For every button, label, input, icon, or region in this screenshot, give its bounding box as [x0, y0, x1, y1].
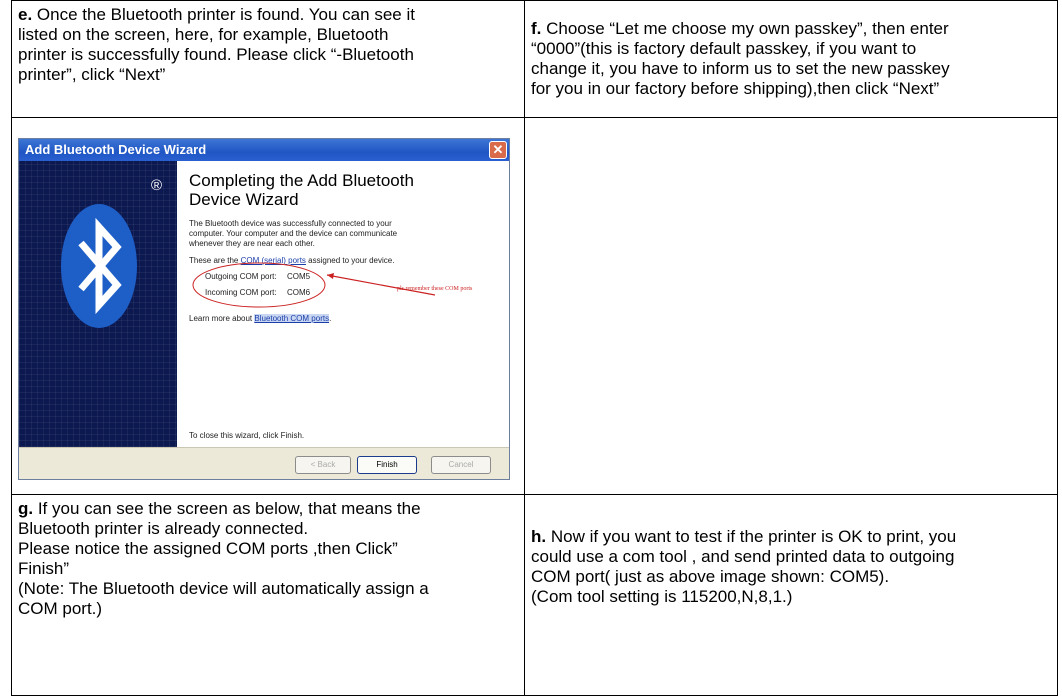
step-letter: h. [531, 527, 547, 546]
step-g-line: (Note: The Bluetooth device will automat… [18, 579, 429, 598]
step-h-line: could use a com tool , and send printed … [531, 547, 955, 566]
step-f-line: “0000”(this is factory default passkey, … [531, 39, 917, 58]
annotation-markup [192, 262, 436, 308]
instruction-table: e. Once the Bluetooth printer is found. … [0, 0, 1062, 696]
empty-cell [524, 117, 1058, 495]
close-icon[interactable]: ✕ [489, 141, 507, 159]
step-g-line: g. If you can see the screen as below, t… [18, 499, 524, 519]
bluetooth-logo-icon [61, 204, 137, 328]
bluetooth-wizard-window: Add Bluetooth Device Wizard ✕ ® Completi… [18, 138, 510, 480]
step-letter: e. [18, 5, 33, 24]
step-g-line: Bluetooth printer is already connected. [18, 519, 309, 538]
step-f-line: change it, you have to inform us to set … [531, 59, 950, 78]
step-g-line: Finish” [18, 559, 70, 578]
learn-more-line: Learn more about Bluetooth COM ports. [189, 314, 331, 324]
annotation-note: pls remember these COM ports [397, 286, 473, 292]
annotation-arrow [326, 274, 436, 296]
step-h-line: COM port( just as above image shown: COM… [531, 567, 890, 586]
annotation-ellipse [192, 262, 326, 308]
back-button[interactable]: < Back [295, 456, 351, 474]
step-g-line: Please notice the assigned COM ports ,th… [18, 539, 398, 558]
step-e-line: listed on the screen, here, for example,… [18, 25, 389, 44]
step-e-cell: e. Once the Bluetooth printer is found. … [11, 0, 525, 118]
finish-button[interactable]: Finish [357, 456, 417, 474]
wizard-footer: < Back Finish Cancel [19, 447, 509, 479]
step-h-line: (Com tool setting is 115200,N,8,1.) [531, 587, 793, 606]
wizard-side-panel: ® [19, 161, 177, 447]
step-f-line: f. Choose “Let me choose my own passkey”… [531, 19, 1057, 39]
step-h-line: h. Now if you want to test if the printe… [531, 527, 1057, 547]
step-e-line: printer is successfully found. Please cl… [18, 45, 414, 64]
step-e-line: printer”, click “Next” [18, 65, 166, 84]
bluetooth-com-ports-link[interactable]: Bluetooth COM ports [254, 314, 330, 323]
wizard-content: Completing the Add Bluetooth Device Wiza… [177, 161, 509, 447]
step-letter: f. [531, 19, 542, 38]
step-text: Now if you want to test if the printer i… [546, 527, 957, 546]
step-e-line: e. Once the Bluetooth printer is found. … [18, 5, 524, 25]
step-g-cell: g. If you can see the screen as below, t… [11, 494, 525, 696]
cancel-button[interactable]: Cancel [431, 456, 491, 474]
step-text: Once the Bluetooth printer is found. You… [32, 5, 415, 24]
step-text: Choose “Let me choose my own passkey”, t… [541, 19, 949, 38]
step-g-line: COM port.) [18, 599, 103, 618]
wizard-title: Add Bluetooth Device Wizard [25, 142, 207, 157]
annotation-arrowhead [327, 273, 334, 279]
wizard-title-bar: Add Bluetooth Device Wizard ✕ [19, 139, 509, 161]
learn-prefix: Learn more about [189, 314, 255, 323]
step-f-line: for you in our factory before shipping),… [531, 79, 940, 98]
step-h-cell: h. Now if you want to test if the printe… [524, 494, 1058, 696]
step-text: If you can see the screen as below, that… [33, 499, 421, 518]
step-letter: g. [18, 499, 34, 518]
close-hint: To close this wizard, click Finish. [189, 431, 305, 440]
registered-mark: ® [151, 177, 163, 194]
step-f-cell: f. Choose “Let me choose my own passkey”… [524, 0, 1058, 118]
learn-suffix: . [329, 314, 332, 323]
